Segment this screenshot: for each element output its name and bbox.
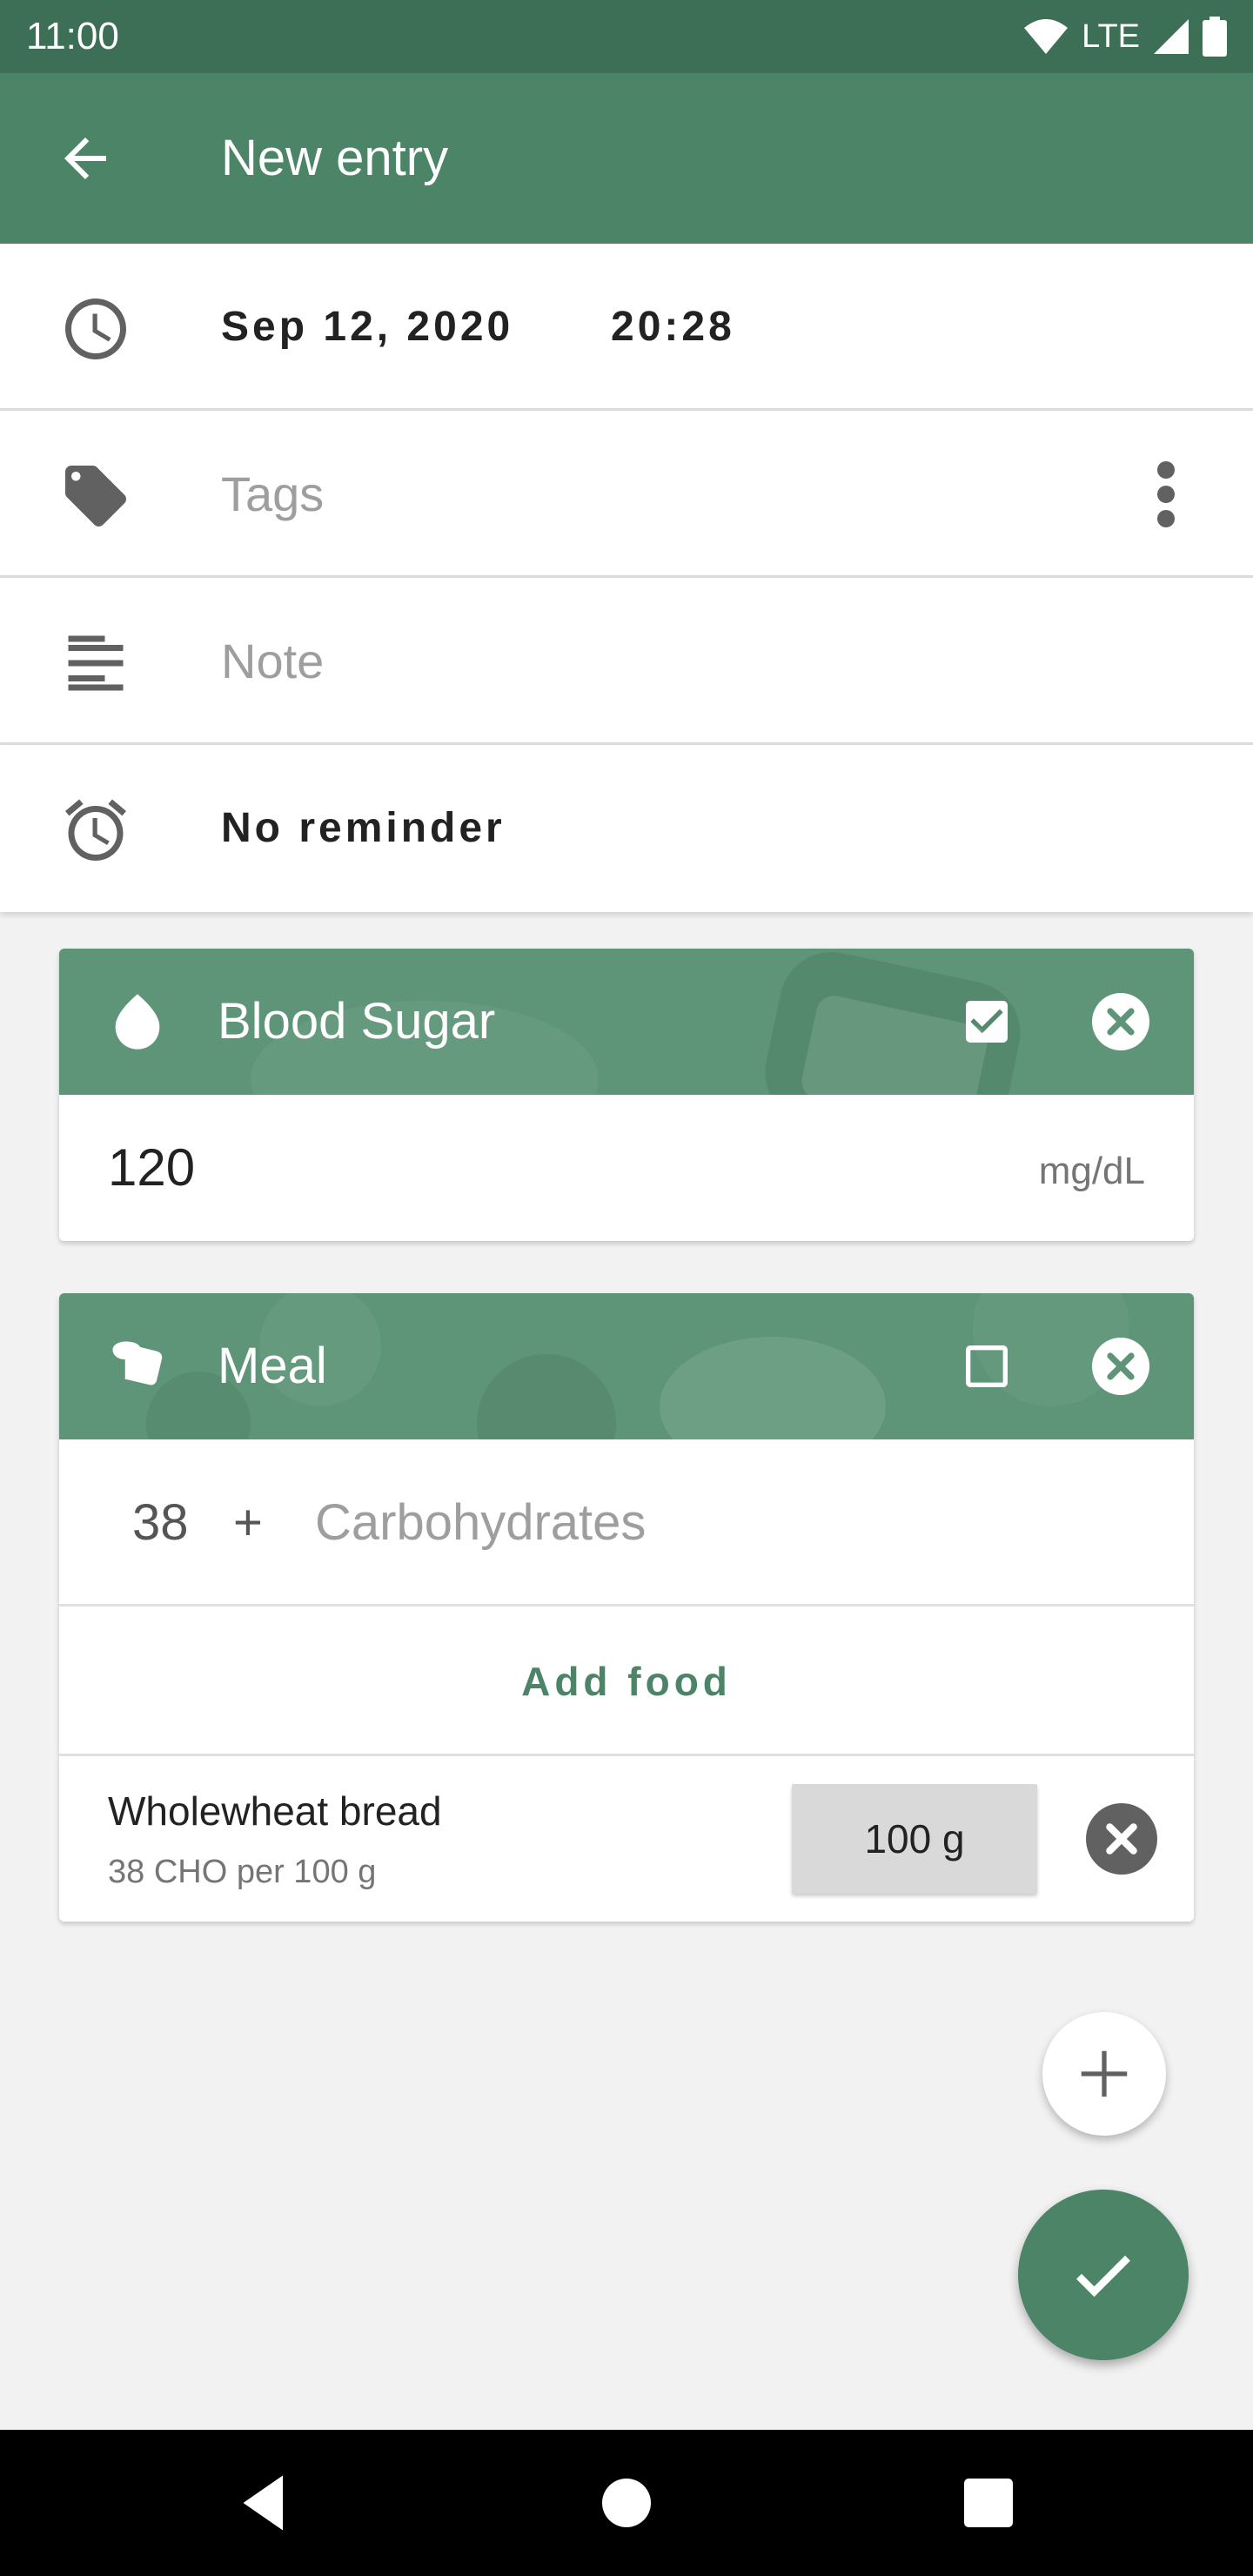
tags-row[interactable]: Tags: [0, 411, 1253, 578]
checkbox-checked-icon[interactable]: [959, 994, 1015, 1050]
system-nav-bar: [0, 2430, 1253, 2576]
bread-icon: [112, 1341, 163, 1385]
datetime-row: Sep 12, 2020 20:28: [0, 244, 1253, 411]
note-row[interactable]: Note: [0, 578, 1253, 745]
arrow-back-icon[interactable]: [54, 127, 117, 190]
meal-card-header: Meal: [59, 1293, 1194, 1439]
food-amount-button[interactable]: 100 g: [792, 1784, 1037, 1894]
reminder-row[interactable]: No reminder: [0, 745, 1253, 912]
carbohydrates-row: 38 + Carbohydrates: [59, 1439, 1194, 1607]
tags-input[interactable]: Tags: [221, 411, 324, 578]
blood-sugar-value-input[interactable]: 120: [108, 1095, 195, 1241]
alarm-icon: [65, 799, 126, 861]
remove-meal-icon[interactable]: [1089, 1335, 1152, 1398]
status-bar: 11:00 LTE: [0, 0, 1253, 73]
remove-blood-sugar-icon[interactable]: [1089, 990, 1152, 1053]
blood-sugar-body: 120 mg/dL: [59, 1095, 1194, 1241]
tag-icon: [65, 466, 126, 527]
signal-icon: [1154, 19, 1189, 54]
add-measurement-button[interactable]: [1042, 2012, 1166, 2136]
status-icons: LTE: [1022, 17, 1227, 57]
blood-sugar-unit: mg/dL: [1038, 1150, 1145, 1192]
add-food-button[interactable]: Add food: [59, 1607, 1194, 1756]
blood-sugar-title: Blood Sugar: [218, 993, 496, 1050]
plus-icon: [1081, 2050, 1128, 2097]
food-detail: 38 CHO per 100 g: [108, 1854, 377, 1890]
plus-sign: +: [233, 1494, 263, 1551]
meal-title: Meal: [218, 1338, 327, 1394]
checkbox-unchecked-icon[interactable]: [959, 1338, 1015, 1394]
nav-home-icon[interactable]: [590, 2466, 663, 2539]
network-type: LTE: [1082, 17, 1140, 55]
blood-sugar-card-header: Blood Sugar: [59, 949, 1194, 1095]
page-title: New entry: [221, 130, 449, 186]
nav-back-icon[interactable]: [228, 2466, 301, 2539]
date-field[interactable]: Sep 12, 2020: [221, 244, 513, 411]
check-icon: [1076, 2255, 1130, 2298]
app-bar: New entry: [0, 73, 1253, 244]
blood-sugar-card: Blood Sugar 120 mg/dL: [59, 949, 1194, 1241]
wifi-icon: [1024, 19, 1069, 54]
nav-recents-icon[interactable]: [952, 2466, 1025, 2539]
list-item[interactable]: Wholewheat bread 38 CHO per 100 g 100 g: [59, 1756, 1194, 1922]
save-button[interactable]: [1018, 2190, 1189, 2360]
reminder-field[interactable]: No reminder: [221, 745, 506, 912]
remove-food-icon[interactable]: [1086, 1803, 1157, 1875]
drop-icon: [115, 994, 160, 1050]
more-vert-icon[interactable]: [1145, 460, 1187, 529]
battery-icon: [1203, 17, 1227, 57]
clock-icon: [65, 299, 126, 359]
food-carb-total: 38: [132, 1494, 189, 1551]
note-input[interactable]: Note: [221, 578, 324, 745]
status-time: 11:00: [26, 15, 119, 57]
time-field[interactable]: 20:28: [611, 244, 735, 411]
food-name: Wholewheat bread: [108, 1788, 442, 1834]
carbohydrates-input[interactable]: Carbohydrates: [315, 1439, 646, 1607]
meal-card: Meal 38 + Carbohydrates Add food Wholewh…: [59, 1293, 1194, 1922]
notes-icon: [68, 635, 124, 691]
